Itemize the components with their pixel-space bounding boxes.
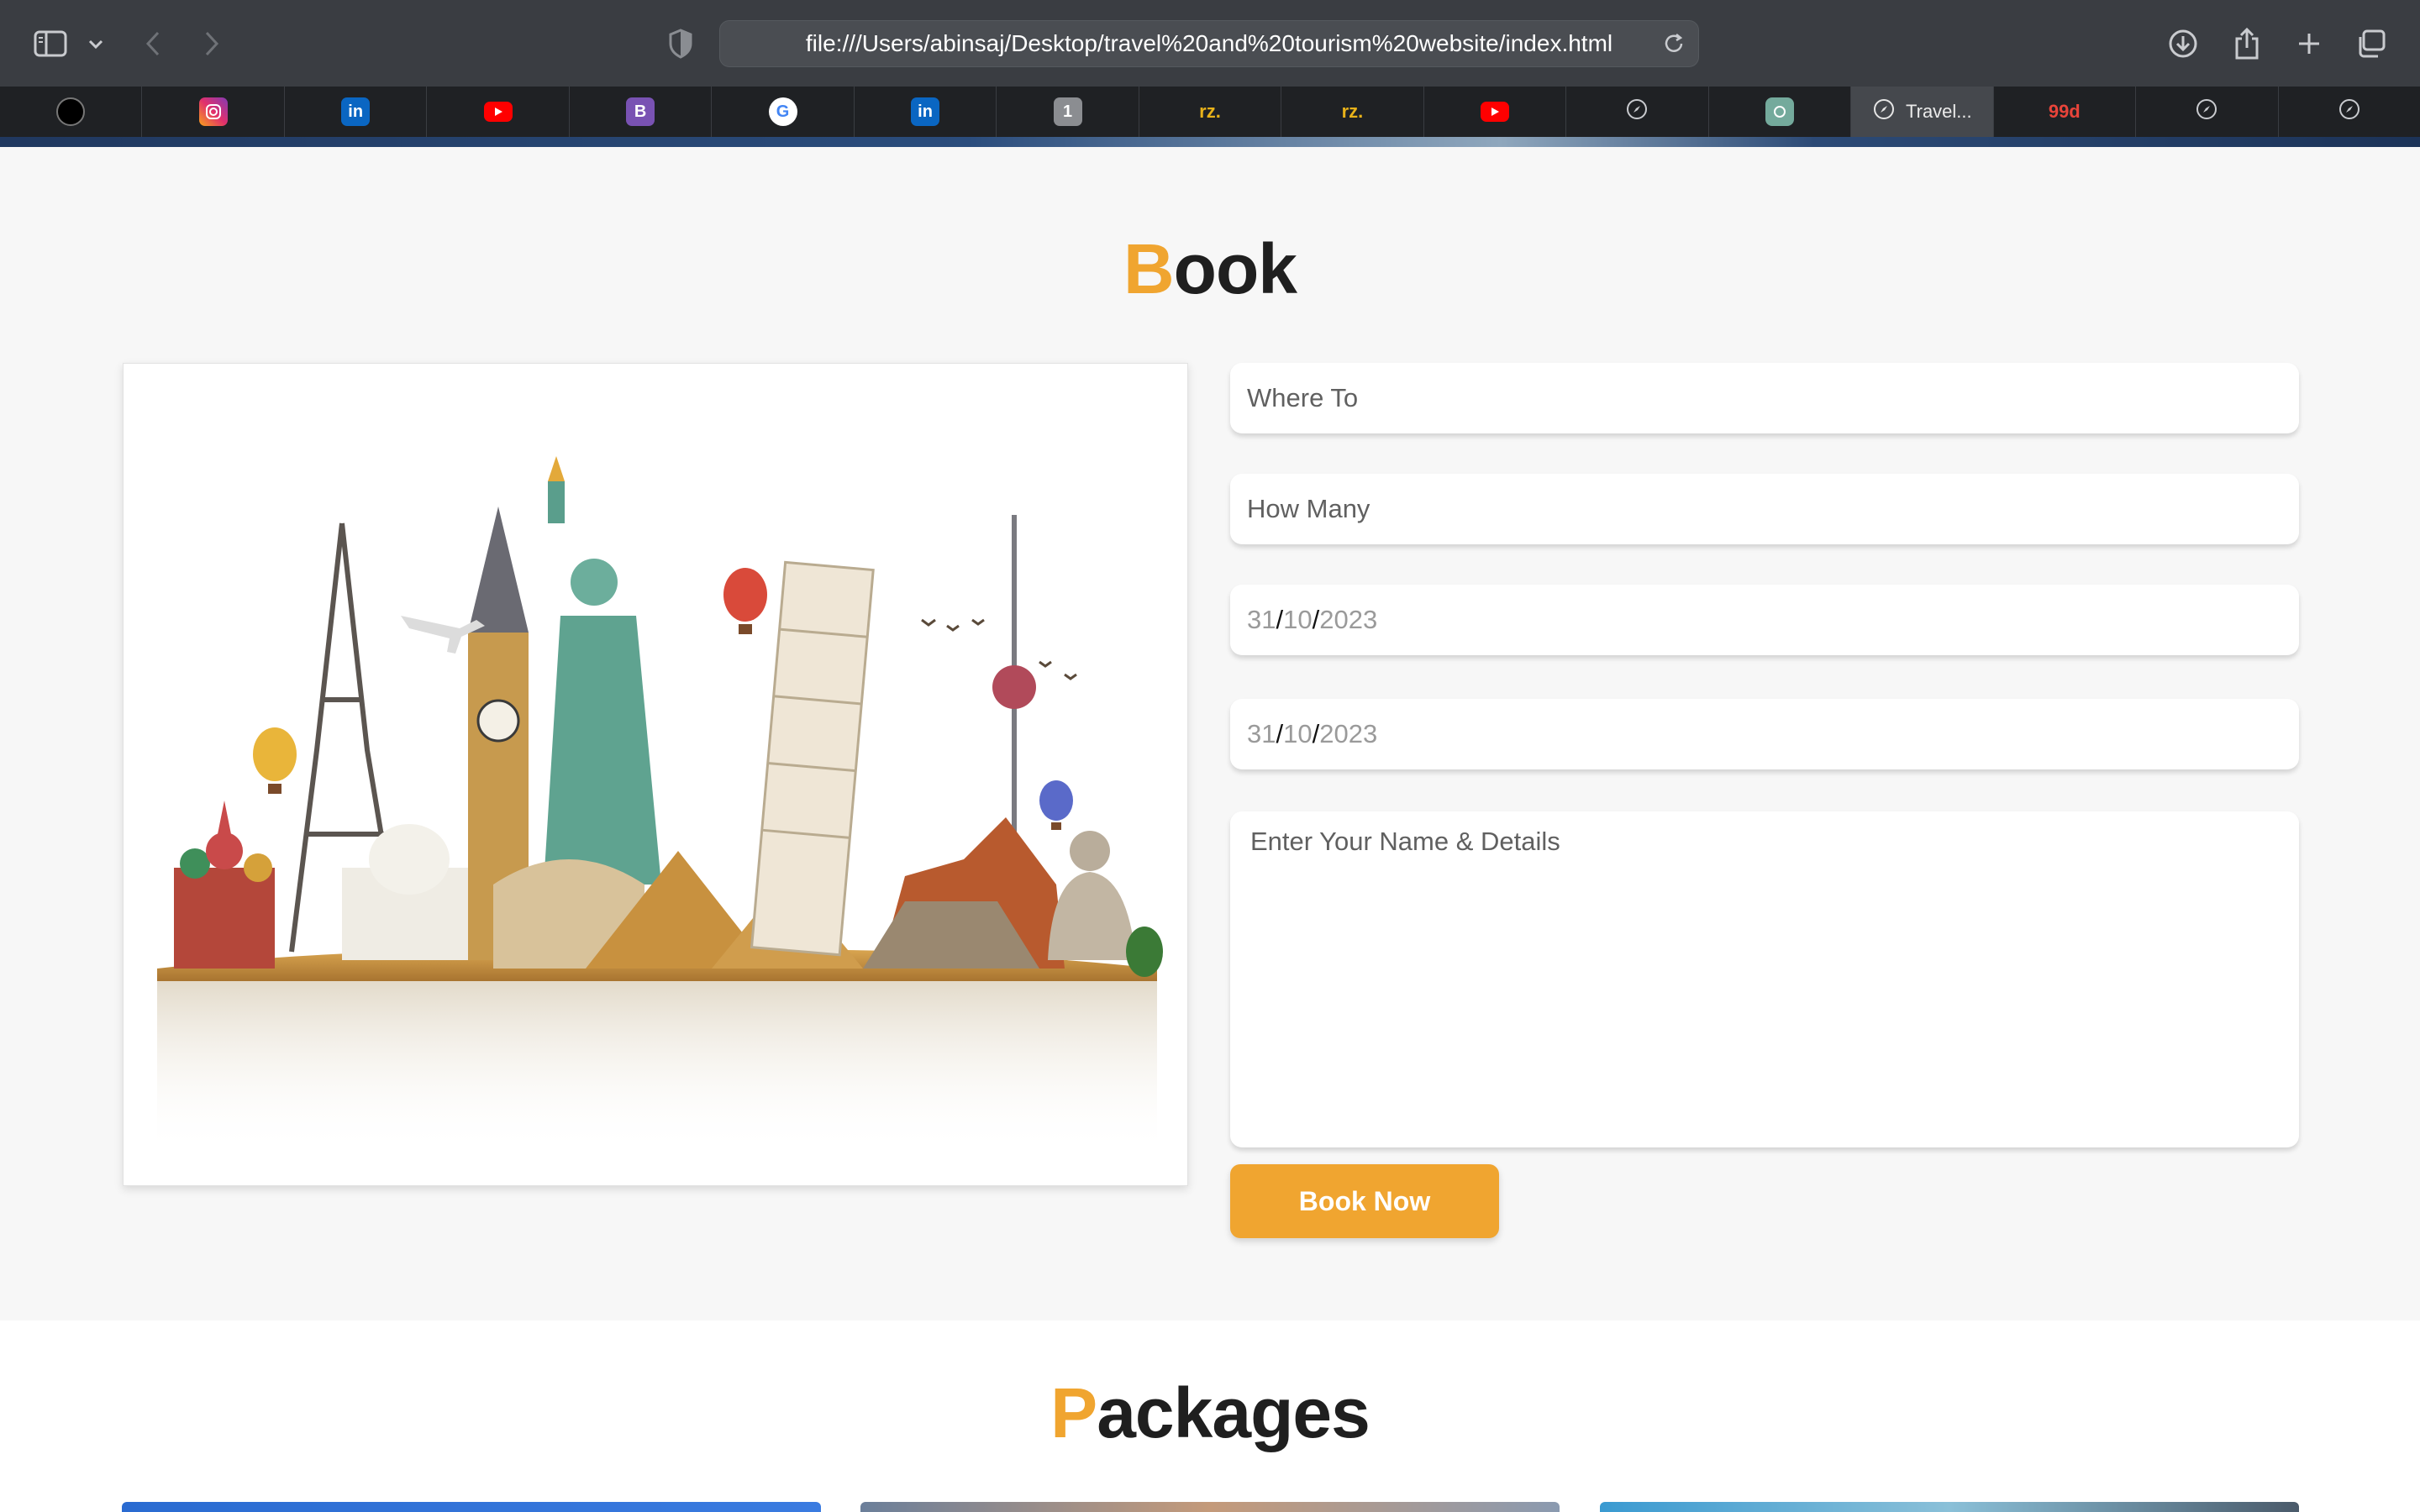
tab[interactable]: in	[285, 87, 428, 137]
date-day[interactable]: 31	[1247, 719, 1276, 749]
tab[interactable]	[142, 87, 285, 137]
arrival-date-field[interactable]: 31/10/2023	[1230, 585, 2299, 655]
new-tab-icon[interactable]	[2291, 25, 2328, 62]
black-circle-logo-icon	[56, 97, 86, 126]
how-many-input[interactable]	[1247, 494, 2282, 524]
download-icon[interactable]	[2165, 25, 2202, 62]
book-heading: Book	[0, 228, 2420, 310]
heading-rest: ook	[1173, 229, 1297, 308]
chevron-down-icon[interactable]	[77, 25, 114, 62]
book-image	[123, 363, 1188, 1186]
tab-bar: in B G in 1 rz. rz. Travel... 99d	[0, 87, 2420, 137]
linkedin-icon: in	[911, 97, 940, 126]
tab[interactable]: 99d	[1994, 87, 2137, 137]
tab[interactable]: in	[855, 87, 997, 137]
taj-mahal	[342, 824, 476, 960]
tab[interactable]	[2279, 87, 2420, 137]
heading-accent-letter: B	[1123, 229, 1175, 308]
tab[interactable]	[427, 87, 570, 137]
tab-title: Travel...	[1906, 101, 1972, 122]
details-textarea[interactable]	[1250, 827, 2279, 1129]
youtube-icon	[483, 102, 513, 122]
details-field[interactable]	[1230, 811, 2299, 1147]
tab-active[interactable]: Travel...	[1851, 87, 1994, 137]
compass-icon	[2338, 97, 2361, 126]
browser-toolbar: file:///Users/abinsaj/Desktop/travel%20a…	[0, 0, 2420, 87]
tab[interactable]: G	[712, 87, 855, 137]
tab[interactable]	[2136, 87, 2279, 137]
tab[interactable]	[1709, 87, 1852, 137]
leaning-tower-of-pisa	[750, 560, 875, 957]
date-separator: /	[1276, 605, 1284, 634]
where-to-field[interactable]	[1230, 363, 2299, 433]
compass-icon	[1625, 97, 1649, 126]
st-basils-cathedral	[174, 801, 275, 969]
url-text: file:///Users/abinsaj/Desktop/travel%20a…	[805, 30, 1613, 56]
heading-accent-letter: P	[1050, 1373, 1097, 1452]
package-card-image[interactable]	[122, 1502, 821, 1512]
text-favicon: rz.	[1341, 101, 1364, 122]
leaving-date-field[interactable]: 31/10/2023	[1230, 699, 2299, 769]
back-icon[interactable]	[134, 25, 171, 62]
instagram-icon	[198, 97, 228, 126]
linkedin-icon: in	[341, 97, 371, 126]
text-favicon: rz.	[1199, 101, 1221, 122]
date-month[interactable]: 10	[1283, 719, 1312, 749]
address-bar[interactable]: file:///Users/abinsaj/Desktop/travel%20a…	[719, 20, 1699, 67]
tab[interactable]	[1566, 87, 1709, 137]
share-icon[interactable]	[2228, 25, 2265, 62]
tab[interactable]: B	[570, 87, 713, 137]
text-favicon: 99d	[2048, 101, 2081, 122]
reload-icon[interactable]	[1661, 31, 1686, 56]
google-icon: G	[768, 97, 797, 126]
bootstrap-icon: B	[626, 97, 655, 126]
how-many-field[interactable]	[1230, 474, 2299, 544]
number-one-icon: 1	[1053, 97, 1082, 126]
packages-heading: Packages	[0, 1373, 2420, 1454]
birds	[921, 618, 1077, 680]
hot-air-balloon	[253, 727, 297, 794]
hot-air-balloon	[1039, 780, 1073, 830]
date-day[interactable]: 31	[1247, 605, 1276, 635]
tab[interactable]: 1	[997, 87, 1139, 137]
forward-icon[interactable]	[193, 25, 230, 62]
date-year[interactable]: 2023	[1319, 605, 1377, 635]
date-separator: /	[1276, 719, 1284, 748]
tab[interactable]: rz.	[1139, 87, 1282, 137]
sidebar-toggle-icon[interactable]	[32, 25, 69, 62]
package-card-image[interactable]	[1600, 1502, 2299, 1512]
where-to-input[interactable]	[1247, 383, 2282, 413]
book-now-button[interactable]: Book Now	[1230, 1164, 1499, 1238]
tab-overview-icon[interactable]	[2353, 25, 2390, 62]
compass-icon	[2195, 97, 2218, 126]
date-year[interactable]: 2023	[1319, 719, 1377, 749]
header-image-strip	[0, 137, 2420, 147]
privacy-shield-icon[interactable]	[662, 25, 699, 62]
buddha-statue	[1048, 831, 1136, 960]
tab[interactable]	[1424, 87, 1567, 137]
compass-icon	[1872, 97, 1896, 126]
hot-air-balloon	[723, 568, 767, 634]
date-separator: /	[1312, 605, 1320, 634]
water-reflection	[157, 977, 1157, 1153]
date-month[interactable]: 10	[1283, 605, 1312, 635]
heading-rest: ackages	[1097, 1373, 1370, 1452]
chatgpt-icon	[1765, 97, 1794, 126]
youtube-icon	[1480, 102, 1509, 122]
date-separator: /	[1312, 719, 1320, 748]
tab[interactable]: rz.	[1281, 87, 1424, 137]
tree	[1126, 927, 1163, 977]
tab[interactable]	[0, 87, 143, 137]
statue-of-liberty	[544, 456, 661, 885]
package-card-image[interactable]	[860, 1502, 1560, 1512]
